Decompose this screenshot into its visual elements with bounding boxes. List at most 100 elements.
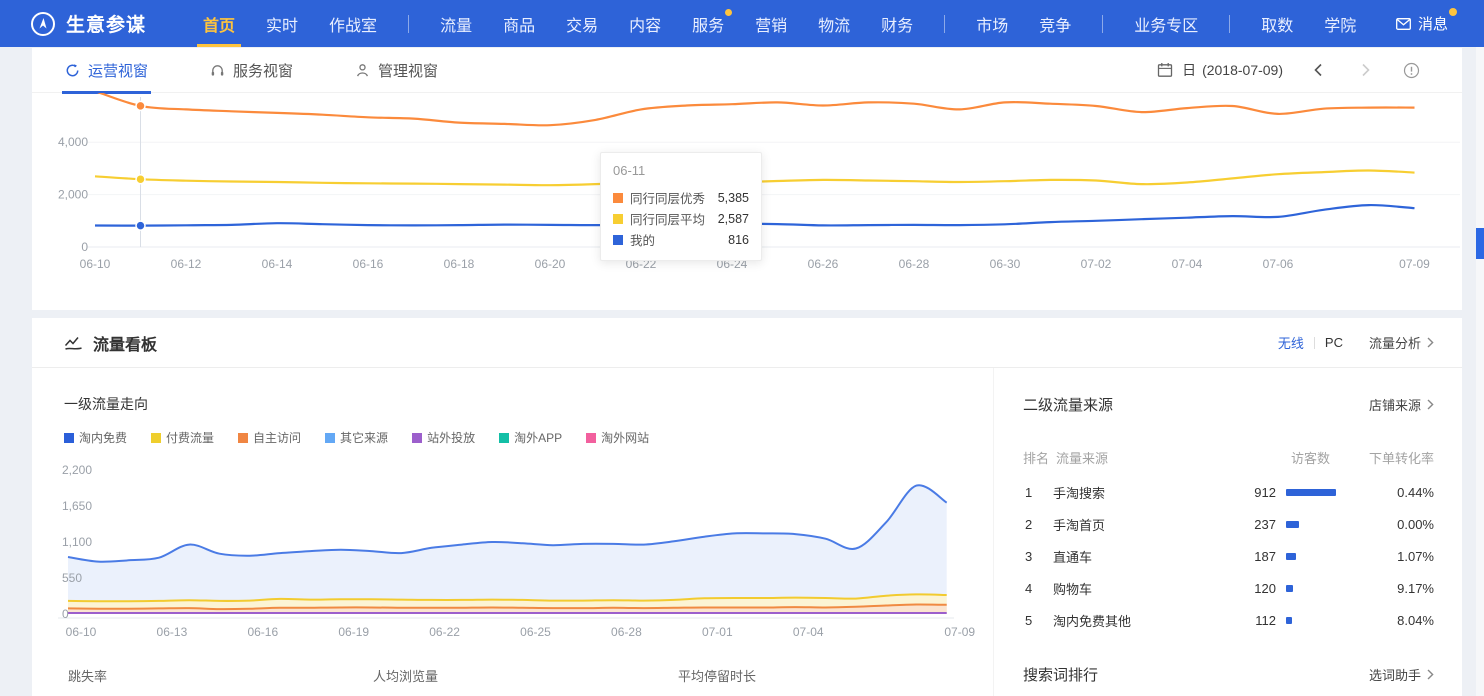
nav-item-content[interactable]: 内容 xyxy=(629,0,661,47)
trend-panel: 运营视窗 服务视窗 管理视窗 日 (2018-07-09) xyxy=(32,48,1462,310)
nav-item-market[interactable]: 市场 xyxy=(976,0,1008,47)
messages-button[interactable]: 消息 xyxy=(1396,0,1448,47)
source-visitors-bar xyxy=(1286,617,1292,624)
legend-item-自主访问[interactable]: 自主访问 xyxy=(238,429,301,446)
nav-item-label: 业务专区 xyxy=(1134,12,1198,36)
app-logo[interactable]: 生意参谋 xyxy=(30,10,146,37)
legend-item-站外投放[interactable]: 站外投放 xyxy=(412,429,475,446)
app-title: 生意参谋 xyxy=(66,10,146,37)
legend-label: 站外投放 xyxy=(427,429,475,446)
toggle-divider xyxy=(1314,337,1315,349)
envelope-icon xyxy=(1396,18,1411,30)
source-rank: 4 xyxy=(1023,581,1053,596)
legend-item-付费流量[interactable]: 付费流量 xyxy=(151,429,214,446)
column-conversion: 下单转化率 xyxy=(1369,448,1434,467)
y-axis-label: 550 xyxy=(62,571,82,585)
nav-item-business-zone[interactable]: 业务专区 xyxy=(1134,0,1198,47)
nav-item-finance[interactable]: 财务 xyxy=(881,0,913,47)
nav-item-label: 取数 xyxy=(1261,12,1293,36)
legend-label: 淘外网站 xyxy=(601,429,649,446)
prev-date-button[interactable] xyxy=(1313,63,1323,77)
next-date-button[interactable] xyxy=(1361,63,1371,77)
nav-item-competition[interactable]: 竞争 xyxy=(1039,0,1071,47)
hover-dot xyxy=(136,175,145,184)
source-row[interactable]: 5淘内免费其他1128.04% xyxy=(1023,604,1434,636)
nav-item-data-fetch[interactable]: 取数 xyxy=(1261,0,1293,47)
toggle-wireless[interactable]: 无线 xyxy=(1278,333,1304,352)
hover-dot xyxy=(136,221,145,230)
shop-sources-link[interactable]: 店铺来源 xyxy=(1369,395,1434,414)
source-row[interactable]: 3直通车1871.07% xyxy=(1023,540,1434,572)
legend-label: 付费流量 xyxy=(166,429,214,446)
date-value[interactable]: (2018-07-09) xyxy=(1202,62,1283,78)
nav-item-realtime[interactable]: 实时 xyxy=(266,0,298,47)
chart-tooltip: 06-11 同行同层优秀5,385同行同层平均2,587我的816 xyxy=(600,152,762,261)
nav-item-logistics[interactable]: 物流 xyxy=(818,0,850,47)
column-rank: 排名 xyxy=(1023,448,1049,467)
tab-service-view[interactable]: 服务视窗 xyxy=(210,48,293,93)
legend-item-其它来源[interactable]: 其它来源 xyxy=(325,429,388,446)
x-axis-label: 06-14 xyxy=(262,257,293,271)
traffic-trend-area-chart[interactable]: 05501,1001,6502,20006-1006-1306-1606-190… xyxy=(32,452,985,652)
tooltip-series-name: 同行同层平均 xyxy=(630,209,718,228)
nav-item-war-room[interactable]: 作战室 xyxy=(329,0,377,47)
nav-item-trade[interactable]: 交易 xyxy=(566,0,598,47)
source-conversion: 1.07% xyxy=(1354,549,1434,564)
x-axis-label: 07-06 xyxy=(1263,257,1294,271)
toggle-pc[interactable]: PC xyxy=(1325,335,1343,350)
legend-swatch xyxy=(586,433,596,443)
source-row[interactable]: 4购物车1209.17% xyxy=(1023,572,1434,604)
x-axis-label: 06-19 xyxy=(338,625,369,639)
nav-item-label: 服务 xyxy=(692,12,724,36)
view-tabbar: 运营视窗 服务视窗 管理视窗 日 (2018-07-09) xyxy=(32,48,1462,93)
nav-item-academy[interactable]: 学院 xyxy=(1324,0,1356,47)
calendar-icon[interactable] xyxy=(1157,62,1173,78)
source-row[interactable]: 1手淘搜索9120.44% xyxy=(1023,476,1434,508)
x-axis-label: 07-09 xyxy=(944,625,975,639)
date-granularity[interactable]: 日 xyxy=(1182,60,1196,80)
x-axis-label: 06-26 xyxy=(808,257,839,271)
primary-traffic-section: 一级流量走向 淘内免费 付费流量 自主访问 其它来源 站外投放 淘外APP 淘外网站 055… xyxy=(32,368,993,696)
y-axis-label: 1,650 xyxy=(62,499,92,513)
chevron-right-icon xyxy=(1427,669,1434,680)
source-conversion: 0.44% xyxy=(1354,485,1434,500)
source-visitors-bar xyxy=(1286,521,1299,528)
scrollbar-thumb[interactable] xyxy=(1476,228,1484,259)
source-visitors-bar xyxy=(1286,585,1293,592)
nav-item-goods[interactable]: 商品 xyxy=(503,0,535,47)
legend-item-淘外网站[interactable]: 淘外网站 xyxy=(586,429,649,446)
metric-value: 5.01 xyxy=(373,691,438,696)
nav-item-home[interactable]: 首页 xyxy=(203,0,235,47)
x-axis-label: 06-22 xyxy=(429,625,460,639)
sycm-dashboard: 生意参谋 首页实时 作战室 流量商品交易内容 服务 营销物流财务 市场竞争 业务专区 取数 学院… xyxy=(0,0,1484,696)
source-rank: 2 xyxy=(1023,517,1053,532)
source-row[interactable]: 2手淘首页2370.00% xyxy=(1023,508,1434,540)
line-chart-icon xyxy=(64,335,83,351)
messages-label: 消息 xyxy=(1418,13,1448,34)
tooltip-row: 我的816 xyxy=(613,229,749,250)
metric-value: 17.48秒 xyxy=(678,691,776,696)
info-icon[interactable] xyxy=(1403,62,1420,79)
nav-item-service[interactable]: 服务 xyxy=(692,0,724,47)
traffic-kanban-panel: 流量看板 无线 PC 流量分析 一级流量走向 淘内免费付费流量自主访问其它来源站… xyxy=(32,318,1462,696)
nav-item-traffic[interactable]: 流量 xyxy=(440,0,472,47)
metric-1: 人均浏览量5.01 xyxy=(373,666,438,696)
tab-operations-view[interactable]: 运营视窗 xyxy=(65,48,148,93)
legend-item-淘内免费[interactable]: 淘内免费 xyxy=(64,429,127,446)
x-axis-label: 07-04 xyxy=(1172,257,1203,271)
secondary-sources-section: 二级流量来源 店铺来源 排名 流量来源 访客数 下单转化率 1手淘搜索9120.… xyxy=(993,368,1462,696)
legend-label: 淘外APP xyxy=(514,429,562,446)
legend-item-淘外APP[interactable]: 淘外APP xyxy=(499,429,562,446)
section-title: 一级流量走向 xyxy=(64,394,148,414)
word-helper-link[interactable]: 选词助手 xyxy=(1369,665,1434,684)
source-visitors: 120 xyxy=(1224,581,1276,596)
column-visitors: 访客数 xyxy=(1291,448,1330,467)
nav-item-marketing[interactable]: 营销 xyxy=(755,0,787,47)
traffic-analysis-link[interactable]: 流量分析 xyxy=(1369,333,1434,352)
hover-dot xyxy=(136,101,145,110)
nav-item-label: 作战室 xyxy=(329,12,377,36)
x-axis-label: 07-01 xyxy=(702,625,733,639)
tab-management-view[interactable]: 管理视窗 xyxy=(355,48,438,93)
y-axis-label: 2,000 xyxy=(58,188,88,202)
scrollbar-track[interactable] xyxy=(1476,47,1484,696)
